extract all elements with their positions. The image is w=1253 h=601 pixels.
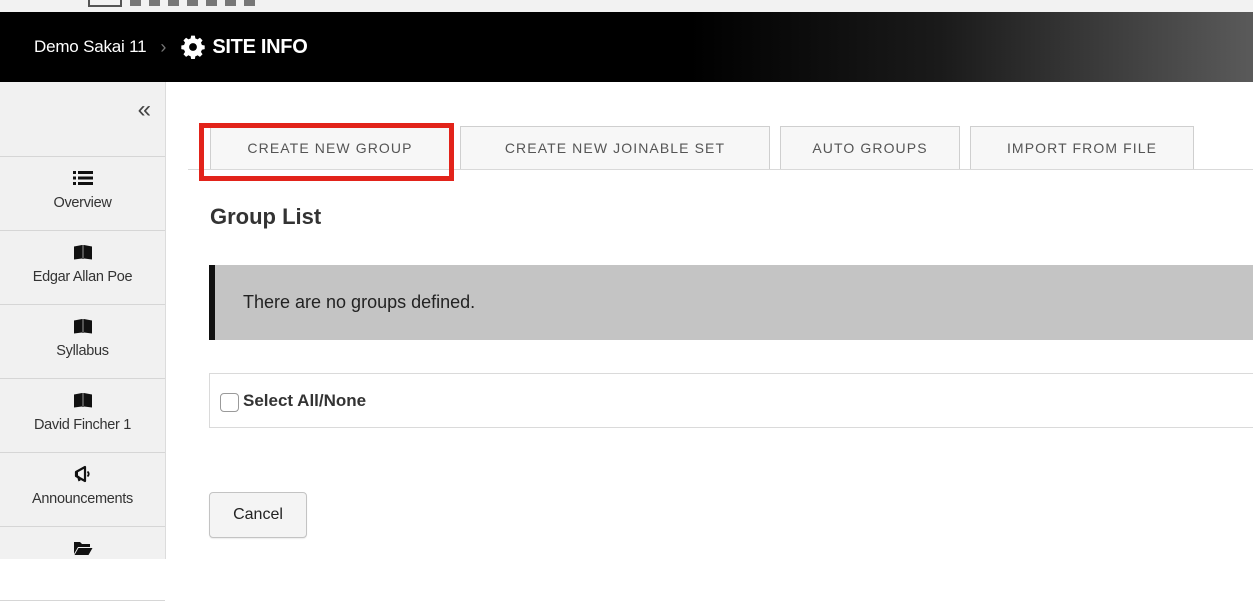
collapse-sidebar-button[interactable]: «: [0, 82, 165, 157]
book-icon: [73, 245, 92, 260]
site-header: Demo Sakai 11 › SITE INFO: [0, 12, 1253, 82]
sidebar-item-label: David Fincher 1: [33, 417, 132, 433]
sidebar-item-resources[interactable]: [0, 527, 165, 601]
megaphone-icon: [74, 465, 90, 483]
sidebar-item-label: Syllabus: [56, 343, 109, 359]
sidebar-item-label: Announcements: [32, 491, 133, 507]
sidebar-item-edgar-allan-poe[interactable]: Edgar Allan Poe: [0, 231, 165, 305]
tab-create-new-joinable-set[interactable]: CREATE NEW JOINABLE SET: [460, 126, 770, 169]
list-icon: [72, 171, 93, 185]
sidebar-item-overview[interactable]: Overview: [0, 157, 165, 231]
sidebar-item-announcements[interactable]: Announcements: [0, 453, 165, 527]
window-fragment: [88, 0, 122, 7]
double-chevron-left-icon: «: [137, 96, 151, 123]
breadcrumb-separator: ›: [160, 36, 167, 57]
tab-auto-groups[interactable]: AUTO GROUPS: [780, 126, 960, 169]
empty-groups-message: There are no groups defined.: [209, 265, 1253, 340]
site-name-link[interactable]: Demo Sakai 11: [34, 37, 147, 57]
book-icon: [73, 393, 92, 408]
select-all-label[interactable]: Select All/None: [243, 391, 366, 411]
select-all-checkbox[interactable]: [220, 393, 239, 412]
sidebar-item-label: Edgar Allan Poe: [32, 269, 133, 285]
empty-groups-message-text: There are no groups defined.: [243, 292, 476, 312]
sidebar-item-syllabus[interactable]: Syllabus: [0, 305, 165, 379]
window-fragment-dots: [130, 0, 260, 6]
tab-import-from-file[interactable]: IMPORT FROM FILE: [970, 126, 1194, 169]
select-all-row: Select All/None: [209, 373, 1253, 428]
sidebar: « Overview Edgar Allan Poe Syllabus Davi…: [0, 82, 166, 601]
highlight-box: [199, 123, 454, 181]
tool-title: SITE INFO: [212, 35, 308, 58]
browser-top-strip: [0, 0, 1253, 12]
gear-icon: [181, 35, 206, 60]
sidebar-item-david-fincher-1[interactable]: David Fincher 1: [0, 379, 165, 453]
book-icon: [73, 319, 92, 334]
sidebar-item-label: Overview: [53, 195, 112, 211]
folder-icon: [73, 542, 92, 555]
page-title: Group List: [210, 204, 322, 229]
cancel-button[interactable]: Cancel: [209, 492, 307, 538]
